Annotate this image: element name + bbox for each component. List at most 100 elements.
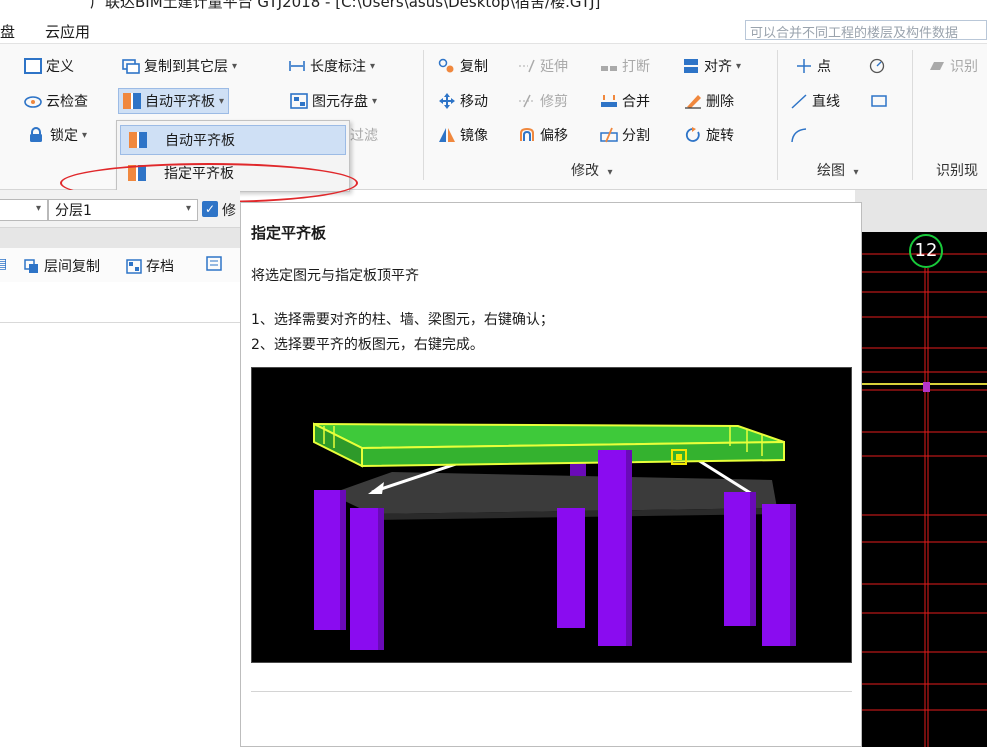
draw-group-label[interactable]: 绘图 ▾ (817, 160, 858, 180)
rotate-label: 旋转 (706, 128, 734, 144)
length-mark-button[interactable]: 长度标注 ▾ (288, 53, 375, 79)
line-button[interactable]: 直线 (790, 88, 840, 114)
lock-button[interactable]: 锁定 ▾ (28, 122, 87, 148)
line-label: 直线 (812, 94, 840, 110)
chevron-down-icon: ▾ (219, 95, 225, 107)
copy-button[interactable]: 复制 (438, 53, 488, 79)
recognize-button[interactable]: 识别 (928, 53, 978, 79)
layer-bar: ▾ 分层1 ▾ ✓ 修 (0, 190, 240, 228)
window-title: 广联达BIM土建计量平台 GTJ2018 - [C:\Users\asus\De… (90, 0, 601, 11)
align-slab-icon (129, 132, 147, 148)
point-button[interactable]: 点 (795, 53, 831, 79)
merge-button[interactable]: 合并 (600, 88, 650, 114)
align-button[interactable]: 对齐 ▾ (682, 53, 741, 79)
filter-button[interactable]: 过滤 (350, 122, 378, 148)
menu-item-cloud-app[interactable]: 云应用 (45, 21, 90, 42)
element-save-button[interactable]: 图元存盘 ▾ (290, 88, 377, 114)
copy-layer-icon (122, 58, 140, 74)
offset-button[interactable]: 偏移 (518, 122, 568, 148)
panel-tool-partial[interactable]: ▤ (0, 256, 7, 272)
menu-item-partial[interactable]: 盘 (0, 21, 15, 42)
trim-label: 修剪 (540, 94, 568, 110)
delete-button[interactable]: 删除 (684, 88, 734, 114)
element-save-icon (290, 93, 308, 109)
archive-icon (126, 258, 142, 274)
point-label: 点 (817, 59, 831, 75)
drawing-canvas[interactable]: 12 (855, 232, 987, 747)
panel-tool-more[interactable] (206, 256, 226, 271)
move-button[interactable]: 移动 (438, 88, 488, 114)
define-button[interactable]: 定义 (24, 53, 74, 79)
cloud-check-icon (24, 93, 42, 109)
chevron-down-icon: ▾ (82, 129, 88, 141)
extend-icon (518, 58, 536, 74)
trim-icon (518, 93, 536, 109)
drawing-tab-strip (855, 190, 987, 232)
checkbox[interactable]: ✓ (202, 201, 218, 217)
tooltip-card: 指定平齐板 将选定图元与指定板顶平齐 1、选择需要对齐的柱、墙、梁图元，右键确认… (240, 202, 862, 747)
modify-group-label[interactable]: 修改 ▾ (571, 160, 612, 180)
menu-item-auto-align-slab[interactable]: 自动平齐板 (120, 125, 346, 155)
trim-button[interactable]: 修剪 (518, 88, 568, 114)
recognize-label: 识别 (950, 59, 978, 75)
cloud-check-button[interactable]: 云检查 (24, 88, 88, 114)
chevron-down-icon: ▾ (370, 60, 376, 72)
tooltip-step-1: 1、选择需要对齐的柱、墙、梁图元，右键确认； (251, 312, 554, 328)
filter-label: 过滤 (350, 128, 378, 144)
search-input[interactable]: 可以合并不同工程的楼层及构件数据 (745, 20, 987, 40)
chevron-down-icon: ▾ (35, 203, 41, 214)
split-label: 分割 (622, 128, 650, 144)
element-save-label: 图元存盘 (312, 94, 368, 110)
offset-label: 偏移 (540, 128, 568, 144)
lock-icon (28, 127, 46, 143)
floor-copy-button[interactable]: 层间复制 (24, 256, 100, 276)
circle-icon (868, 58, 886, 74)
tooltip-step-2: 2、选择要平齐的板图元，右键完成。 (251, 337, 484, 353)
copy-to-layer-label: 复制到其它层 (144, 59, 228, 75)
axis-number: 12 (914, 240, 938, 261)
chevron-down-icon: ▾ (372, 95, 378, 107)
tooltip-title: 指定平齐板 (251, 224, 327, 242)
lock-label: 锁定 (50, 128, 78, 144)
line-icon (790, 93, 808, 109)
rectangle-tool-button[interactable] (870, 88, 892, 114)
group-separator (912, 50, 913, 180)
chevron-down-icon: ▾ (607, 167, 613, 178)
mirror-icon (438, 127, 456, 143)
break-button[interactable]: 打断 (600, 53, 650, 79)
menu-item-label: 自动平齐板 (165, 133, 235, 149)
delete-label: 删除 (706, 94, 734, 110)
eraser-icon (684, 93, 702, 109)
extend-button[interactable]: 延伸 (518, 53, 568, 79)
floor-combo[interactable]: ▾ (0, 199, 48, 221)
length-mark-label: 长度标注 (310, 59, 366, 75)
modify-group-text: 修改 (571, 163, 599, 179)
draw-group-text: 绘图 (817, 163, 845, 179)
define-icon (24, 58, 42, 74)
auto-align-slab-button[interactable]: 自动平齐板 ▾ (118, 88, 230, 114)
circle-tool-button[interactable] (868, 53, 890, 79)
checkbox-label: 修 (222, 203, 236, 219)
layer-value: 分层1 (55, 203, 92, 219)
mirror-button[interactable]: 镜像 (438, 122, 488, 148)
chevron-down-icon: ▾ (853, 167, 859, 178)
recognize-group-label[interactable]: 识别现 (936, 160, 978, 180)
split-button[interactable]: 分割 (600, 122, 650, 148)
panel-toolbar: ▤ 层间复制 存档 (0, 248, 240, 282)
archive-label: 存档 (146, 259, 174, 275)
layer-combo[interactable]: 分层1 ▾ (48, 199, 198, 221)
chevron-down-icon: ▾ (232, 60, 238, 72)
axis-number-badge: 12 (909, 234, 943, 268)
merge-icon (600, 93, 618, 109)
arc-icon (790, 127, 808, 143)
recognize-group-text: 识别现 (936, 163, 978, 179)
group-separator (777, 50, 778, 180)
arc-tool-button[interactable] (790, 122, 812, 148)
archive-button[interactable]: 存档 (126, 256, 174, 276)
copy-to-other-layer-button[interactable]: 复制到其它层 ▾ (122, 53, 237, 79)
group-separator (423, 50, 424, 180)
align-label: 对齐 (704, 59, 732, 75)
rotate-button[interactable]: 旋转 (684, 122, 734, 148)
copy-label: 复制 (460, 59, 488, 75)
align-slab-icon (123, 93, 141, 109)
